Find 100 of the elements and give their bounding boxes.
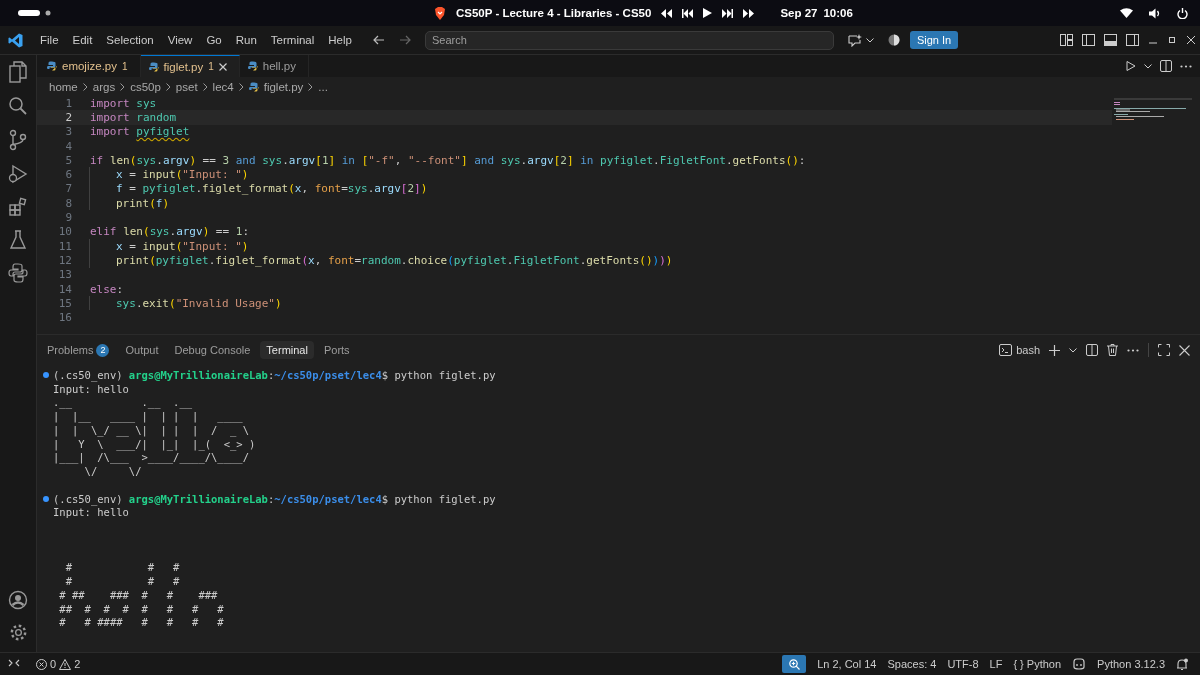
- line-number: 3: [64, 125, 72, 139]
- restore-icon[interactable]: [1167, 35, 1177, 45]
- back-arrow-icon[interactable]: [372, 35, 385, 45]
- terminal-line: # ## ### # # ###: [58, 588, 218, 601]
- line-number: 14: [57, 282, 72, 296]
- close-icon[interactable]: [218, 62, 227, 71]
- menu-item[interactable]: Help: [321, 34, 359, 46]
- volume-icon[interactable]: [1149, 7, 1161, 19]
- close-icon[interactable]: [1179, 344, 1190, 356]
- file-icon: [248, 81, 259, 92]
- tab-label: Problems: [47, 344, 94, 356]
- problems-status[interactable]: 0 2: [30, 657, 87, 671]
- search-field[interactable]: Search: [424, 30, 834, 50]
- run-icon[interactable]: [1126, 61, 1136, 71]
- breadcrumb-item[interactable]: lec4: [212, 80, 234, 93]
- close-icon[interactable]: [1186, 35, 1196, 45]
- file-icon: [148, 61, 159, 72]
- code-line: print(pyfiglet.figlet_format(x, font=random.choice(pyfiglet.FigletFont.getFonts()))): [116, 253, 673, 267]
- remote-icon[interactable]: [8, 659, 20, 669]
- plus-icon[interactable]: [1049, 344, 1060, 356]
- panel-tab[interactable]: Ports: [317, 341, 356, 359]
- editor-tab[interactable]: figlet.py 1: [140, 55, 240, 77]
- extensions-icon[interactable]: [8, 197, 28, 217]
- code-line: f = pyfiglet.figlet_format(x, font=sys.argv[2]): [116, 182, 428, 196]
- sidebar-left-icon[interactable]: [1082, 34, 1095, 46]
- zoom-button[interactable]: [782, 655, 807, 673]
- fast-forward-icon[interactable]: [743, 8, 755, 18]
- split-editor-icon[interactable]: [1160, 60, 1172, 72]
- status-item[interactable]: { } Python: [1013, 658, 1062, 670]
- terminal-line: # # #: [64, 561, 180, 574]
- settings-icon[interactable]: [8, 623, 28, 642]
- count-badge: 2: [96, 343, 110, 357]
- clock-date[interactable]: Sep 27: [780, 7, 818, 19]
- next-icon[interactable]: [722, 8, 734, 18]
- tab-label: Output: [125, 344, 159, 356]
- line-number: 12: [57, 253, 72, 267]
- terminal-line: Input: hello: [53, 506, 129, 519]
- half-circle-icon[interactable]: [887, 34, 900, 46]
- menu-item[interactable]: Selection: [99, 34, 161, 46]
- search-icon[interactable]: [8, 96, 28, 116]
- menu-item[interactable]: File: [33, 34, 66, 46]
- account-icon[interactable]: [8, 590, 28, 610]
- rewind-icon[interactable]: [661, 8, 673, 18]
- breadcrumb-item[interactable]: home: [49, 80, 78, 93]
- power-icon[interactable]: [1177, 7, 1188, 19]
- split-terminal-icon[interactable]: [1086, 344, 1098, 356]
- snake-icon[interactable]: [8, 263, 28, 283]
- menu-item[interactable]: Go: [199, 34, 229, 46]
- maximize-icon[interactable]: [1158, 344, 1170, 356]
- layout-icon[interactable]: [1060, 34, 1073, 46]
- robot-face-icon[interactable]: [1072, 658, 1087, 670]
- status-item[interactable]: Spaces: 4: [887, 658, 937, 670]
- breadcrumb-item[interactable]: figlet.py: [263, 80, 304, 93]
- wifi-icon[interactable]: [1120, 8, 1133, 18]
- source-control-icon[interactable]: [9, 129, 27, 151]
- terminal-line: (.cs50_env) args@MyTrillionaireLab:~/cs50p/pset/lec4$ python figlet.py: [53, 492, 496, 505]
- status-dot-icon[interactable]: [43, 371, 49, 378]
- status-item[interactable]: Ln 2, Col 14: [817, 658, 877, 670]
- breadcrumb-item[interactable]: pset: [175, 80, 198, 93]
- more-icon[interactable]: [1127, 348, 1139, 352]
- shell-name[interactable]: bash: [1016, 344, 1040, 356]
- breadcrumb-item[interactable]: ...: [318, 80, 328, 93]
- chat-sparkle-icon[interactable]: [847, 33, 862, 47]
- previous-icon[interactable]: [682, 8, 694, 18]
- status-item[interactable]: Python 3.12.3: [1097, 658, 1165, 670]
- terminal-line: ## # # # # # # #: [58, 602, 224, 615]
- clock-time[interactable]: 10:06: [823, 7, 853, 19]
- chevron-down-icon[interactable]: [865, 37, 874, 43]
- panel-tab[interactable]: Problems 2: [41, 340, 116, 360]
- flask-icon[interactable]: [9, 230, 27, 250]
- line-number: 2: [64, 110, 72, 124]
- sidebar-right-icon[interactable]: [1126, 34, 1139, 46]
- menu-item[interactable]: Terminal: [263, 34, 322, 46]
- breadcrumb-item[interactable]: cs50p: [130, 80, 161, 93]
- terminal-icon: [999, 344, 1013, 356]
- terminal-line: \/ \/: [83, 465, 142, 478]
- line-number: 10: [57, 225, 72, 239]
- sign-in-button[interactable]: Sign In: [909, 31, 959, 49]
- files-icon[interactable]: [8, 61, 28, 83]
- run-debug-icon[interactable]: [8, 164, 28, 184]
- trash-icon[interactable]: [1107, 344, 1118, 356]
- status-dot-icon[interactable]: [43, 495, 49, 502]
- status-item[interactable]: UTF-8: [947, 658, 979, 670]
- panel-tab[interactable]: Terminal: [260, 341, 314, 359]
- more-icon[interactable]: [1180, 64, 1192, 68]
- menu-item[interactable]: View: [160, 34, 200, 46]
- forward-arrow-icon[interactable]: [398, 35, 411, 45]
- chevron-down-icon[interactable]: [1144, 63, 1152, 69]
- panel-bottom-icon[interactable]: [1104, 34, 1117, 46]
- status-item[interactable]: LF: [989, 658, 1003, 670]
- menu-item[interactable]: Run: [228, 34, 264, 46]
- panel-tab[interactable]: Output: [119, 341, 165, 359]
- chevron-down-icon[interactable]: [1069, 347, 1077, 353]
- bell-icon[interactable]: [1176, 657, 1188, 671]
- code-line: if len(sys.argv) == 3 and sys.argv[1] in ["-f", "--font"] and sys.argv[2] in pyfiglet.FigletFont.getFonts():: [90, 153, 806, 167]
- play-icon[interactable]: [703, 8, 713, 18]
- breadcrumb-item[interactable]: args: [92, 80, 116, 93]
- menu-item[interactable]: Edit: [65, 34, 100, 46]
- chevron-right-icon: [82, 82, 88, 91]
- panel-tab[interactable]: Debug Console: [168, 341, 257, 359]
